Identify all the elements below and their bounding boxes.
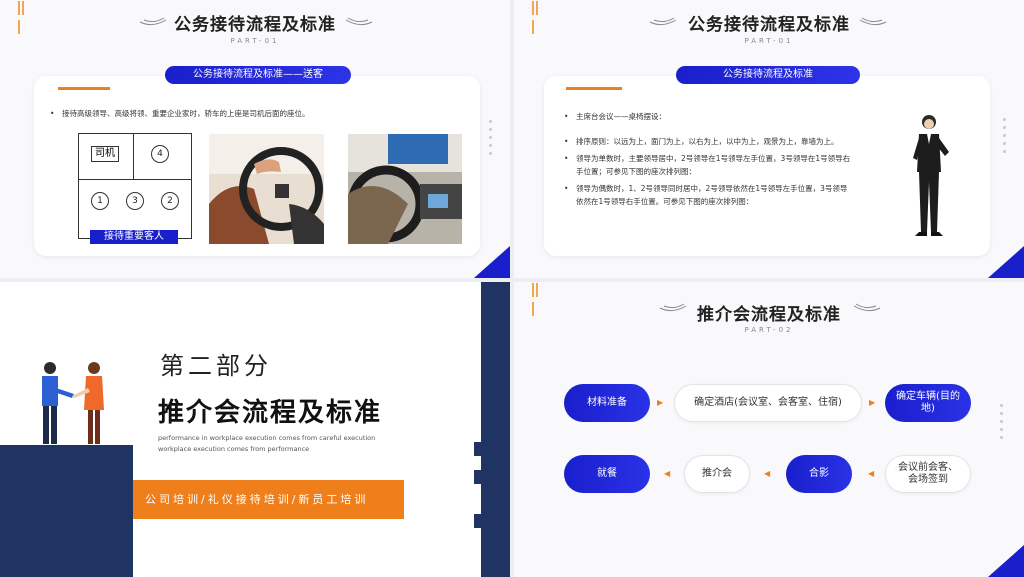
navy-notch: [474, 470, 481, 484]
bottom-deco-bars: [534, 274, 546, 278]
seat-number: 4: [151, 145, 169, 163]
bottom-deco-bars: [20, 274, 32, 278]
slide-1[interactable]: 公务接待流程及标准 PART-01 公务接待流程及标准——送客 接待高级领导、高…: [0, 0, 510, 278]
driving-photo: [209, 134, 324, 244]
seat-number: 1: [91, 192, 109, 210]
driver-seat: 司机: [91, 146, 119, 162]
bullet-list: 接待高级领导、高级将领、重要企业家时，轿车的上座是司机后面的座位。: [48, 107, 468, 120]
slide-title: 公务接待流程及标准: [174, 15, 336, 35]
flow-arrow-left: ◀: [868, 469, 875, 478]
orange-accent-line: [58, 87, 110, 90]
card-title-pill: 公务接待流程及标准——送客: [165, 66, 351, 84]
decor-dots: [1000, 404, 1003, 444]
seat-diagram-label: 接待重要客人: [90, 230, 178, 244]
bullet-item: 领导为偶数时，1、2号领导同时居中，2号领导依然在1号领导左手位置，3号领导依然…: [562, 182, 854, 208]
top-deco-bars: [532, 282, 542, 316]
flow-step-photo[interactable]: 合影: [786, 455, 852, 493]
section-title: 推介会流程及标准: [158, 398, 383, 428]
orange-accent-line: [566, 87, 622, 90]
businesswoman-illustration: [913, 115, 949, 236]
bullet-list: 主席台会议——桌椅摆设： 排序原则：以远为上，面门为上，以右为上，以中为上，观景…: [562, 110, 854, 208]
flow-arrow-right: ▶: [657, 398, 664, 407]
bottom-deco-bars: [534, 573, 546, 577]
bullet-item: 排序原则：以远为上，面门为上，以右为上，以中为上，观景为上，靠墙为上。: [562, 135, 854, 148]
flow-arrow-left: ◀: [664, 469, 671, 478]
seat-diagram: 司机 4 1 3 2: [78, 133, 192, 239]
handshake-illustration: [42, 362, 104, 444]
steering-wheel-photo: [348, 134, 462, 244]
navy-notch: [474, 514, 481, 528]
bullet-item: 主席台会议——桌椅摆设：: [562, 110, 854, 123]
bullet-item: 接待高级领导、高级将领、重要企业家时，轿车的上座是司机后面的座位。: [48, 107, 468, 120]
flow-step-conference[interactable]: 推介会: [684, 455, 750, 493]
seat-number: 2: [161, 192, 179, 210]
bullet-item: 领导为单数时，主要领导居中，2号领导在1号领导左手位置，3号领导在1号领导右手位…: [562, 152, 854, 178]
right-swirl-icon: [859, 17, 887, 26]
flow-step-reception[interactable]: 会议前会客、会场签到: [885, 455, 971, 493]
slide-3[interactable]: 第二部分 推介会流程及标准 performance in workplace e…: [0, 282, 510, 577]
flow-step-dining[interactable]: 就餐: [564, 455, 650, 493]
navy-block-right: [481, 282, 510, 577]
navy-block-left: [0, 445, 133, 577]
slide-title: 公务接待流程及标准: [688, 15, 850, 35]
right-swirl-icon: [345, 17, 373, 26]
right-swirl-icon: [853, 303, 881, 312]
corner-triangle: [474, 246, 510, 278]
card-title-pill: 公务接待流程及标准: [676, 66, 860, 84]
slide-4[interactable]: 推介会流程及标准 PART-02 材料准备 ▶ 确定酒店(会议室、会客室、住宿)…: [514, 282, 1024, 577]
seat-number: 3: [126, 192, 144, 210]
flow-step-vehicle[interactable]: 确定车辆(目的地): [885, 384, 971, 422]
english-line-1: performance in workplace execution comes…: [158, 434, 376, 442]
corner-triangle: [988, 246, 1024, 278]
flow-step-materials[interactable]: 材料准备: [564, 384, 650, 422]
navy-notch: [474, 442, 481, 456]
slide-2[interactable]: 公务接待流程及标准 PART-01 公务接待流程及标准 主席台会议——桌椅摆设：…: [514, 0, 1024, 278]
section-subtitle: 第二部分: [160, 352, 272, 380]
part-label: PART-02: [744, 326, 794, 334]
flow-arrow-left: ◀: [764, 469, 771, 478]
decor-dots: [489, 120, 492, 160]
flow-arrow-right: ▶: [869, 398, 876, 407]
part-label: PART-01: [230, 37, 280, 45]
training-banner: 公司培训/礼仪接待培训/新员工培训: [133, 480, 404, 519]
corner-triangle: [988, 545, 1024, 577]
english-line-2: workplace execution comes from performan…: [158, 445, 310, 453]
part-label: PART-01: [744, 37, 794, 45]
slide-title: 推介会流程及标准: [697, 305, 841, 325]
decor-dots: [1003, 118, 1006, 158]
flow-step-hotel[interactable]: 确定酒店(会议室、会客室、住宿): [674, 384, 862, 422]
